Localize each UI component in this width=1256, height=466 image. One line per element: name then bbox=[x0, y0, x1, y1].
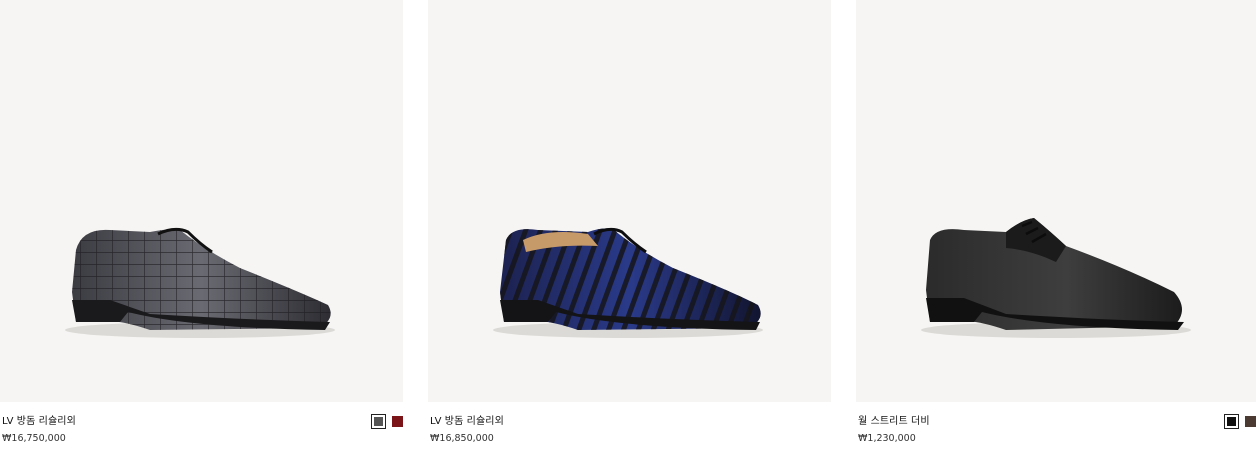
color-swatches bbox=[1224, 414, 1256, 429]
color-swatch[interactable] bbox=[1245, 416, 1256, 427]
black-leather-derby-shoe-icon bbox=[921, 218, 1191, 338]
product-card[interactable]: LV 방돔 리슐리외 ₩16,850,000 bbox=[428, 0, 831, 466]
swatch-color-fill bbox=[1245, 416, 1256, 427]
product-name[interactable]: LV 방돔 리슐리외 bbox=[430, 415, 504, 429]
product-price: ₩1,230,000 bbox=[858, 433, 916, 444]
product-info: LV 방돔 리슐리외 ₩16,850,000 bbox=[428, 402, 831, 466]
product-card[interactable]: 월 스트리트 더비 ₩1,230,000 bbox=[856, 0, 1256, 466]
grey-alligator-richelieu-shoe-icon bbox=[65, 227, 335, 338]
product-name[interactable]: LV 방돔 리슐리외 bbox=[2, 415, 76, 429]
swatch-color-fill bbox=[374, 417, 383, 426]
color-swatches bbox=[371, 414, 403, 429]
color-swatch-selected[interactable] bbox=[371, 414, 386, 429]
product-info: LV 방돔 리슐리외 ₩16,750,000 bbox=[0, 402, 403, 466]
color-swatch-selected[interactable] bbox=[1224, 414, 1239, 429]
color-swatch[interactable] bbox=[392, 416, 403, 427]
product-info: 월 스트리트 더비 ₩1,230,000 bbox=[856, 402, 1256, 466]
product-name[interactable]: 월 스트리트 더비 bbox=[858, 415, 930, 429]
navy-alligator-richelieu-shoe-icon bbox=[493, 227, 763, 338]
swatch-color-fill bbox=[392, 416, 403, 427]
product-card[interactable]: LV 방돔 리슐리외 ₩16,750,000 bbox=[0, 0, 403, 466]
product-image[interactable] bbox=[428, 0, 831, 402]
product-image[interactable] bbox=[0, 0, 403, 402]
product-image[interactable] bbox=[856, 0, 1256, 402]
swatch-color-fill bbox=[1227, 417, 1236, 426]
product-price: ₩16,850,000 bbox=[430, 433, 494, 444]
product-grid: LV 방돔 리슐리외 ₩16,750,000 LV 방돔 리슐리외 ₩16,85… bbox=[0, 0, 1256, 466]
product-price: ₩16,750,000 bbox=[2, 433, 66, 444]
